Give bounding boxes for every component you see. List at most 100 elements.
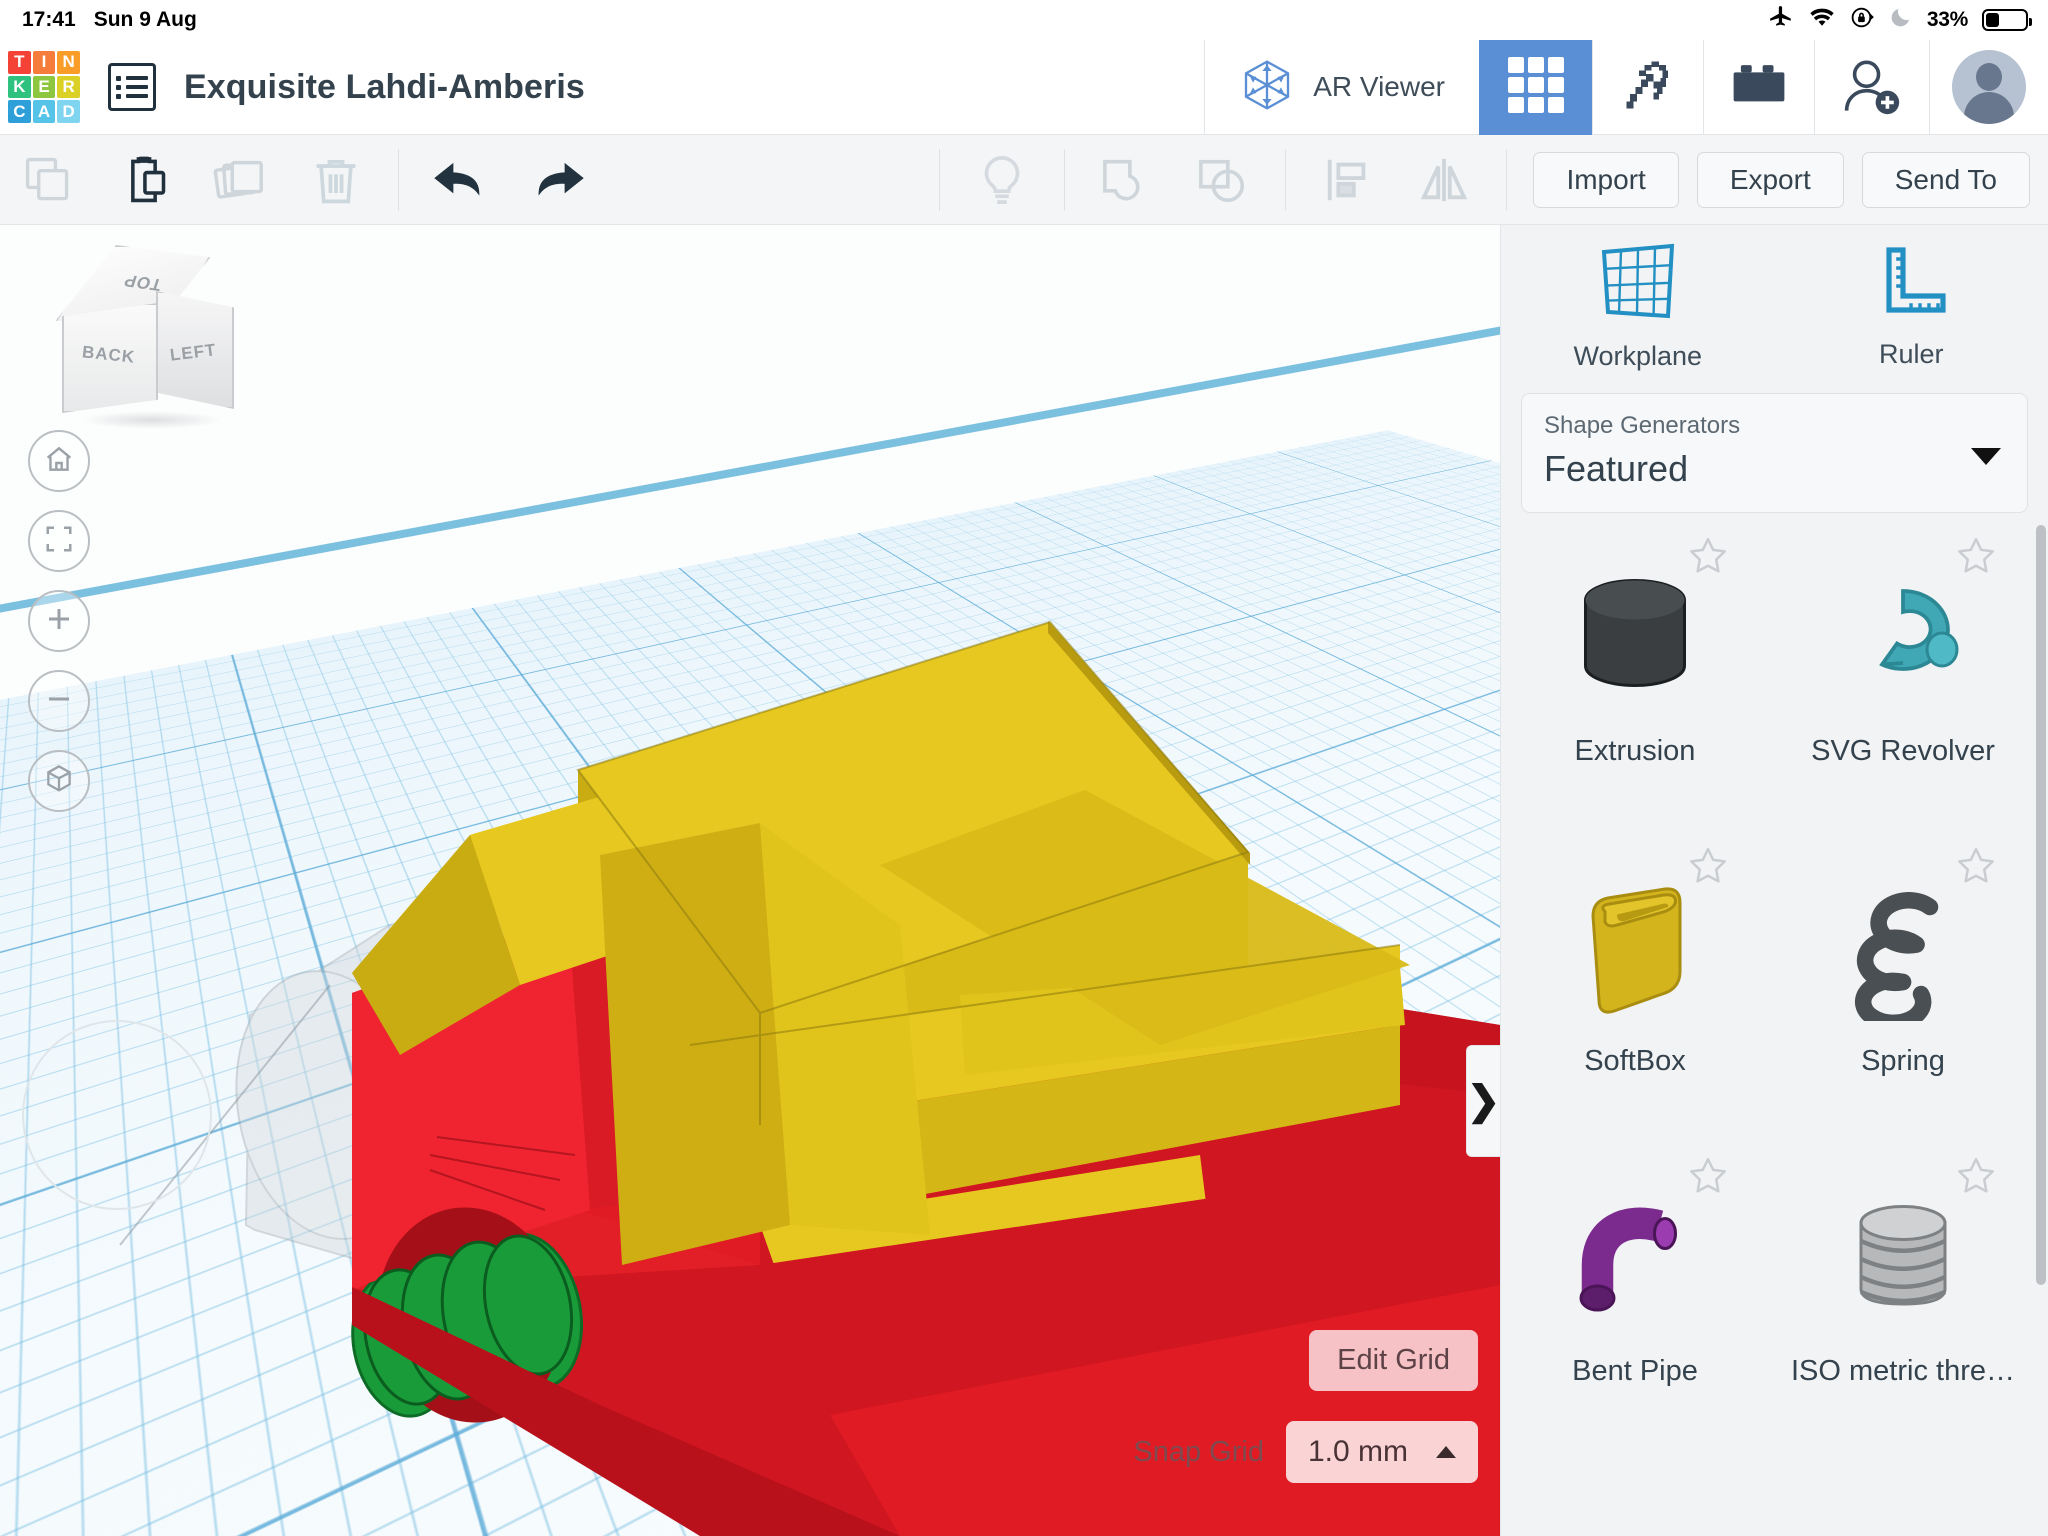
logo-tile-i: I: [32, 51, 56, 74]
ortho-cube-icon: [43, 763, 75, 800]
duplicate-button[interactable]: [192, 135, 288, 225]
lego-brick-icon: [1730, 63, 1788, 112]
caret-up-icon: [1436, 1446, 1456, 1458]
favorite-star-icon[interactable]: [1685, 533, 1731, 584]
zoom-in-button[interactable]: [28, 590, 90, 652]
shape-item[interactable]: Extrusion: [1501, 515, 1769, 825]
tab-blocks[interactable]: [1703, 39, 1814, 135]
shape-item[interactable]: ISO metric thre…: [1769, 1135, 2037, 1445]
shape-list[interactable]: Extrusion SVG Revolver SoftBox Spring Be…: [1501, 515, 2037, 1536]
tinkercad-logo[interactable]: TIN KER CAD: [8, 51, 80, 123]
fit-to-view-button[interactable]: [28, 510, 90, 572]
shape-item-label: Spring: [1861, 1045, 1945, 1077]
perspective-toggle-button[interactable]: [28, 750, 90, 812]
panel-collapse-button[interactable]: ❯: [1466, 1045, 1500, 1157]
paste-button[interactable]: [96, 135, 192, 225]
favorite-star-icon[interactable]: [1953, 843, 1999, 894]
shape-generators-value: Featured: [1544, 448, 1689, 489]
undo-button[interactable]: [413, 135, 509, 225]
home-view-button[interactable]: [28, 430, 90, 492]
favorite-star-icon[interactable]: [1953, 533, 1999, 584]
shape-item-label: ISO metric thre…: [1791, 1355, 2015, 1387]
fit-frame-icon: [44, 524, 74, 559]
favorite-star-icon[interactable]: [1685, 843, 1731, 894]
shape-item[interactable]: Spring: [1769, 825, 2037, 1135]
ios-status-bar: 17:41 Sun 9 Aug 33%: [0, 0, 2048, 40]
wifi-icon: [1808, 6, 1836, 34]
logo-tile-r: R: [57, 75, 80, 99]
import-button[interactable]: Import: [1533, 151, 1679, 208]
avatar[interactable]: [1929, 39, 2048, 135]
view-cube[interactable]: TOP BACK LEFT: [38, 245, 234, 429]
ruler-icon: [1871, 242, 1951, 327]
edit-toolbar: Import Export Send To: [0, 135, 2048, 225]
chevron-down-icon: [1971, 448, 2001, 465]
workplane-tool[interactable]: Workplane: [1501, 240, 1775, 372]
mirror-button[interactable]: [1396, 135, 1492, 225]
ruler-label: Ruler: [1878, 339, 1944, 369]
3d-viewport[interactable]: TOP BACK LEFT Edit Grid Snap Grid 1.0 mm…: [0, 225, 1500, 1536]
shape-item[interactable]: Bent Pipe: [1501, 1135, 1769, 1445]
snap-grid-select[interactable]: 1.0 mm: [1285, 1421, 1478, 1483]
group-button[interactable]: [1079, 135, 1175, 225]
redo-button[interactable]: [509, 135, 605, 225]
snap-grid-control: Snap Grid 1.0 mm: [1133, 1421, 1478, 1483]
panel-scrollbar[interactable]: [2036, 525, 2046, 1285]
shape-item[interactable]: SVG Revolver: [1769, 515, 2037, 825]
edit-grid-button[interactable]: Edit Grid: [1309, 1330, 1478, 1391]
export-button[interactable]: Export: [1696, 151, 1844, 208]
favorite-star-icon[interactable]: [1953, 1153, 1999, 1204]
shape-generators-select[interactable]: Shape Generators Featured: [1521, 393, 2028, 513]
send-to-button[interactable]: Send To: [1861, 151, 2030, 208]
view-cube-shadow: [82, 411, 222, 429]
hint-button[interactable]: [954, 135, 1050, 225]
plus-icon: [44, 604, 74, 639]
tab-minecraft[interactable]: [1592, 39, 1703, 135]
ar-viewer-label: AR Viewer: [1313, 71, 1445, 102]
rotation-lock-icon: [1850, 5, 1875, 36]
airplane-mode-icon: [1768, 4, 1794, 36]
snap-grid-label: Snap Grid: [1133, 1435, 1264, 1468]
shape-item-label: SoftBox: [1584, 1045, 1686, 1077]
page-title[interactable]: Exquisite Lahdi-Amberis: [184, 68, 585, 107]
app-header: TIN KER CAD Exquisite Lahdi-Amberis AR Vie…: [0, 39, 2048, 135]
minus-icon: [44, 684, 74, 719]
add-person-icon[interactable]: [1814, 39, 1929, 135]
delete-button[interactable]: [288, 135, 384, 225]
logo-tile-n: N: [57, 51, 80, 74]
pickaxe-icon: [1619, 56, 1677, 119]
home-icon: [43, 443, 75, 480]
align-button[interactable]: [1300, 135, 1396, 225]
shapes-panel: Workplane Ruler Shape Generators Feature…: [1500, 225, 2048, 1536]
ar-cube-icon: [1239, 57, 1295, 118]
ar-viewer-button[interactable]: AR Viewer: [1204, 39, 1479, 135]
workplane-grid-icon: [1596, 240, 1680, 329]
battery-percent-label: 33%: [1926, 8, 1968, 31]
logo-tile-e: E: [32, 75, 56, 99]
snap-grid-value: 1.0 mm: [1307, 1435, 1408, 1468]
status-date: Sun 9 Aug: [93, 8, 197, 31]
logo-tile-t: T: [8, 51, 31, 74]
zoom-out-button[interactable]: [28, 670, 90, 732]
list-menu-icon[interactable]: [108, 63, 156, 111]
do-not-disturb-icon: [1889, 5, 1913, 35]
battery-icon: [1982, 9, 2032, 31]
logo-tile-a: A: [32, 100, 56, 123]
shape-item-label: Extrusion: [1574, 735, 1696, 767]
tab-shapes[interactable]: [1479, 39, 1592, 135]
shapes-grid-icon: [1506, 55, 1566, 120]
ungroup-button[interactable]: [1175, 135, 1271, 225]
shape-item-label: SVG Revolver: [1811, 735, 1995, 767]
favorite-star-icon[interactable]: [1685, 1153, 1731, 1204]
ruler-tool[interactable]: Ruler: [1775, 242, 2048, 370]
workplane-label: Workplane: [1573, 341, 1703, 371]
logo-tile-k: K: [8, 75, 31, 99]
shape-item-label: Bent Pipe: [1572, 1355, 1698, 1387]
shape-item[interactable]: SoftBox: [1501, 825, 1769, 1135]
logo-tile-d: D: [57, 100, 80, 123]
shape-generators-caption: Shape Generators: [1544, 412, 1741, 439]
logo-tile-c: C: [8, 100, 31, 123]
copy-button[interactable]: [0, 135, 96, 225]
orbit-touch-zone[interactable]: [22, 1020, 212, 1210]
status-time: 17:41: [22, 8, 76, 31]
